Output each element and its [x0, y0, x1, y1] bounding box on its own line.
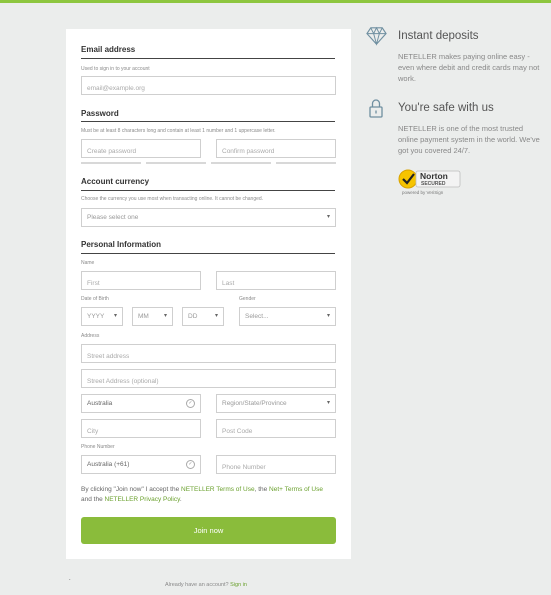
signup-form-card: Email address Used to sign in to your ac… [66, 29, 351, 559]
dob-day-select[interactable]: DD ▾ [182, 307, 224, 326]
country-select-value: Australia [87, 400, 113, 407]
terms-and: and the [81, 496, 105, 503]
phone-country-select[interactable]: Australia (+61) ✓ [81, 455, 201, 474]
country-select[interactable]: Australia ✓ [81, 394, 201, 413]
postcode-input[interactable] [217, 423, 335, 440]
chevron-down-icon: ▾ [214, 313, 218, 319]
name-label: Name [81, 260, 95, 266]
password-section-divider [81, 121, 335, 122]
norton-secured-text: SECURED [421, 181, 446, 187]
confirm-password-input[interactable] [217, 143, 335, 160]
dob-month-value: MM [138, 313, 149, 320]
phone-number-input[interactable] [217, 459, 335, 476]
dob-label: Date of Birth [81, 296, 109, 302]
password-strength-segment [276, 162, 336, 164]
phone-label: Phone Number [81, 444, 115, 450]
terms-text: By clicking "Join now" I accept the NETE… [81, 485, 339, 505]
norton-powered-text: powered by VeriSign [402, 190, 444, 195]
street-address-field[interactable] [81, 344, 336, 365]
chevron-down-icon: ▾ [326, 313, 330, 319]
terms-suffix: . [179, 496, 182, 503]
gender-select[interactable]: Select... ▾ [239, 307, 336, 326]
city-field[interactable] [81, 419, 201, 440]
join-now-button[interactable]: Join now [81, 517, 336, 544]
email-section-divider [81, 58, 335, 59]
first-name-field[interactable] [81, 271, 201, 292]
signin-prompt: Already have an account? Sign in [165, 582, 247, 588]
street-address-2-field[interactable] [81, 369, 336, 390]
dob-month-select[interactable]: MM ▾ [132, 307, 173, 326]
stray-dot: . [69, 576, 71, 582]
norton-brand-text: Norton [420, 171, 448, 181]
first-name-input[interactable] [82, 275, 200, 292]
dob-day-value: DD [188, 313, 198, 320]
gender-select-value: Select... [245, 313, 269, 320]
password-strength-segment [211, 162, 271, 164]
currency-section-title: Account currency [81, 177, 150, 186]
privacy-policy-link[interactable]: NETELLER Privacy Policy [105, 496, 180, 503]
netplus-terms-link[interactable]: Net+ Terms of Use [269, 486, 323, 493]
email-input[interactable] [82, 80, 335, 97]
lock-icon [369, 99, 383, 118]
safe-title: You're safe with us [398, 102, 494, 114]
street-address-2-input[interactable] [82, 373, 335, 390]
city-input[interactable] [82, 423, 200, 440]
password-hint: Must be at least 8 characters long and c… [81, 128, 276, 134]
address-label: Address [81, 333, 100, 339]
check-circle-icon: ✓ [186, 399, 195, 408]
password-strength-segment [146, 162, 206, 164]
email-hint: Used to sign in to your account [81, 66, 150, 72]
currency-select[interactable]: Please select one ▾ [81, 208, 336, 227]
signin-prompt-text: Already have an account? [165, 582, 229, 588]
instant-deposits-text: NETELLER makes paying online easy - even… [398, 52, 540, 83]
create-password-input[interactable] [82, 143, 200, 160]
top-accent-bar [0, 0, 551, 3]
email-field[interactable] [81, 76, 336, 97]
diamond-icon [366, 26, 387, 46]
chevron-down-icon: ▾ [163, 313, 167, 319]
chevron-down-icon: ▾ [326, 400, 330, 406]
confirm-password-field[interactable] [216, 139, 336, 160]
last-name-field[interactable] [216, 271, 336, 292]
instant-deposits-title: Instant deposits [398, 30, 479, 42]
phone-country-value: Australia (+61) [87, 461, 130, 468]
region-select-value: Region/State/Province [222, 400, 287, 407]
region-select[interactable]: Region/State/Province ▾ [216, 394, 336, 413]
email-section-title: Email address [81, 45, 136, 54]
last-name-input[interactable] [217, 275, 335, 292]
currency-select-value: Please select one [87, 214, 139, 221]
safe-text: NETELLER is one of the most trusted onli… [398, 124, 540, 155]
password-section-title: Password [81, 109, 119, 118]
currency-section-divider [81, 190, 335, 191]
terms-mid: , the [254, 486, 270, 493]
personal-info-section-title: Personal Information [81, 240, 162, 249]
postcode-field[interactable] [216, 419, 336, 440]
personal-info-section-divider [81, 253, 335, 254]
check-circle-icon: ✓ [186, 460, 195, 469]
phone-number-field[interactable] [216, 455, 336, 476]
dob-year-select[interactable]: YYYY ▾ [81, 307, 123, 326]
currency-hint: Choose the currency you use most when tr… [81, 196, 264, 202]
signin-link[interactable]: Sign in [230, 582, 247, 588]
dob-year-value: YYYY [87, 313, 105, 320]
neteller-terms-link[interactable]: NETELLER Terms of Use [181, 486, 255, 493]
norton-secured-badge: Norton SECURED powered by VeriSign [397, 168, 461, 198]
create-password-field[interactable] [81, 139, 201, 160]
chevron-down-icon: ▾ [326, 214, 330, 220]
chevron-down-icon: ▾ [113, 313, 117, 319]
password-strength-segment [81, 162, 141, 164]
terms-prefix: By clicking "Join now" I accept the [81, 486, 181, 493]
street-address-input[interactable] [82, 348, 335, 365]
gender-label: Gender [239, 296, 256, 302]
